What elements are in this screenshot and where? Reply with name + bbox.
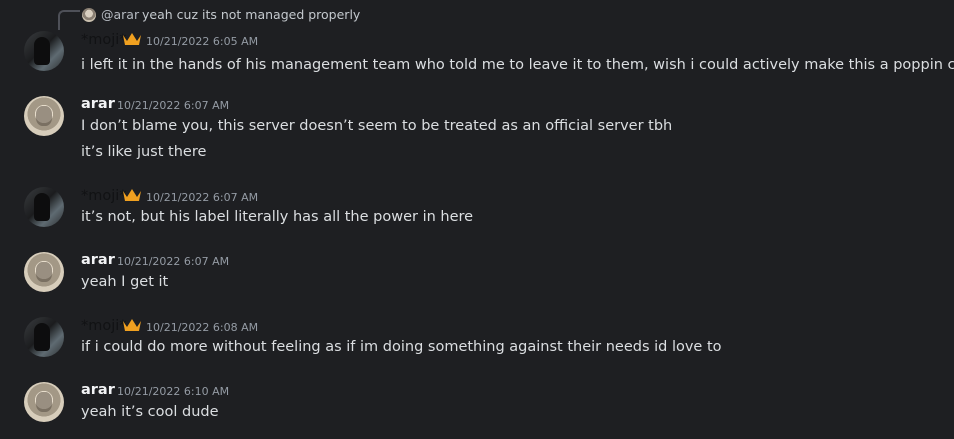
avatar[interactable] [24, 187, 64, 227]
message-timestamp: 10/21/2022 6:05 AM [146, 35, 259, 48]
reply-mention[interactable]: @arar [101, 7, 139, 22]
message-group: arar 10/21/2022 6:07 AM I don’t blame yo… [0, 93, 954, 171]
author-name[interactable]: *moji* [81, 318, 127, 334]
message-timestamp: 10/21/2022 6:07 AM [117, 99, 230, 112]
avatar[interactable] [24, 31, 64, 71]
author-name[interactable]: arar [81, 96, 115, 112]
message-group: arar 10/21/2022 6:07 AM yeah I get it [0, 249, 954, 301]
message-text: yeah I get it [81, 274, 169, 290]
author-name[interactable]: *moji* [81, 32, 127, 48]
reply-text[interactable]: yeah cuz its not managed properly [142, 7, 360, 22]
author-name[interactable]: arar [81, 382, 115, 398]
author-name[interactable]: *moji* [81, 188, 127, 204]
message-line: i left it in the hands of his management… [81, 57, 954, 73]
message-timestamp: 10/21/2022 6:08 AM [146, 321, 259, 334]
message-text: it’s not, but his label literally has al… [81, 209, 474, 225]
crown-icon [123, 189, 141, 201]
message-group: arar 10/21/2022 6:10 AM yeah it’s cool d… [0, 379, 954, 431]
message-group: *moji* 10/21/2022 6:08 AM if i could do … [0, 314, 954, 366]
avatar[interactable] [24, 96, 64, 136]
message-text: i left it in the hands of his management… [81, 53, 954, 73]
message-timestamp: 10/21/2022 6:07 AM [117, 255, 230, 268]
message-text: yeah it’s cool dude [81, 404, 219, 420]
reply-avatar[interactable] [82, 8, 96, 22]
reply-connector [58, 10, 80, 30]
message-group: *moji* 10/21/2022 6:07 AM it’s not, but … [0, 184, 954, 236]
message-timestamp: 10/21/2022 6:07 AM [146, 191, 259, 204]
crown-icon [123, 33, 141, 45]
crown-icon [123, 319, 141, 331]
message-group: *moji* 10/21/2022 6:05 AM i left it in t… [0, 28, 954, 86]
message-text: I don’t blame you, this server doesn’t s… [81, 118, 673, 134]
reply-preview[interactable]: @arar yeah cuz its not managed properly [58, 6, 954, 30]
message-timestamp: 10/21/2022 6:10 AM [117, 385, 230, 398]
message-text: it’s like just there [81, 144, 207, 160]
author-name[interactable]: arar [81, 252, 115, 268]
avatar[interactable] [24, 382, 64, 422]
avatar[interactable] [24, 252, 64, 292]
avatar[interactable] [24, 317, 64, 357]
message-text: if i could do more without feeling as if… [81, 339, 722, 355]
